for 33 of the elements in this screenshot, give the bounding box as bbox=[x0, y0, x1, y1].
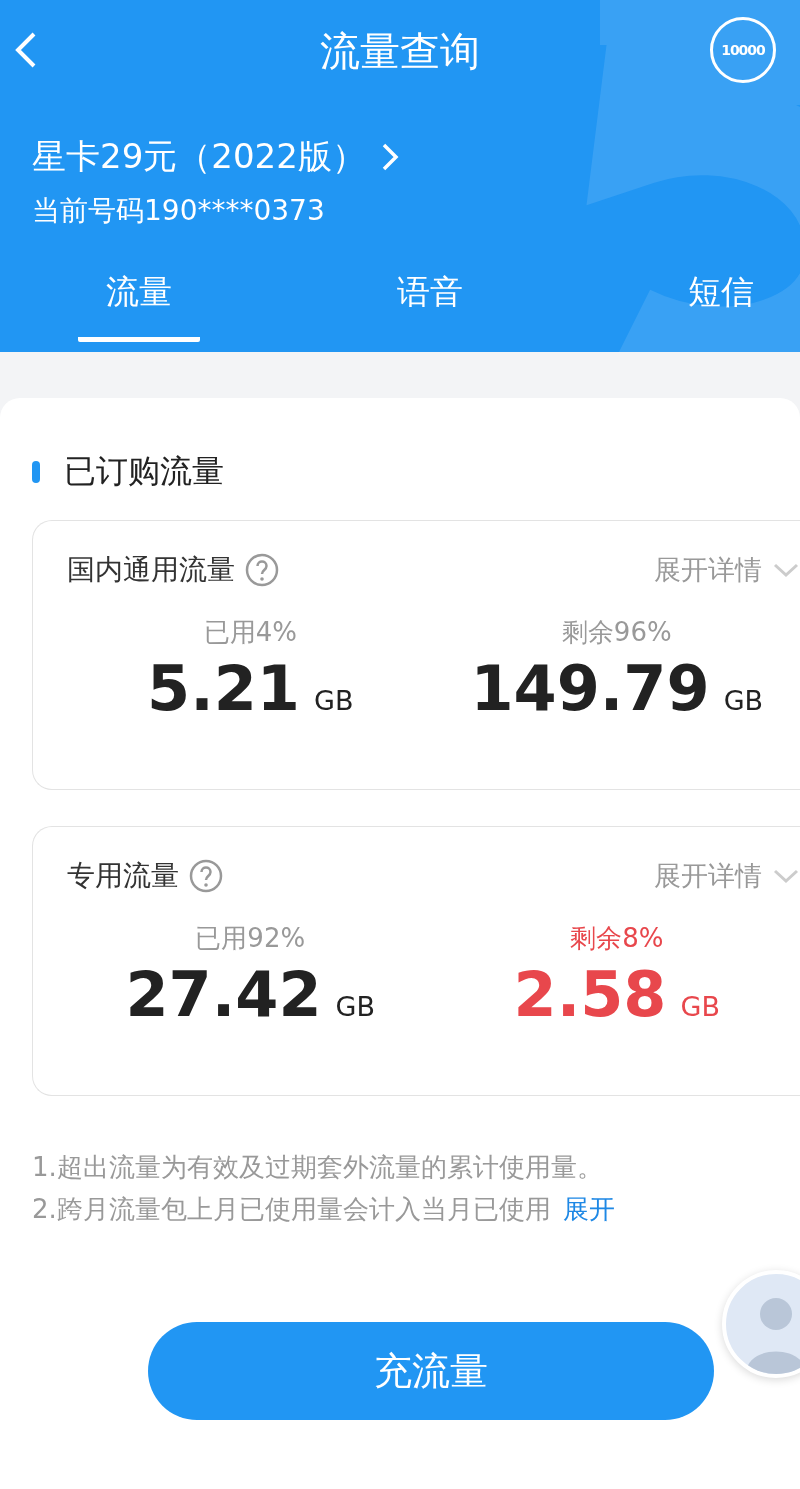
section-marker bbox=[32, 461, 40, 483]
used-value: 5.21 bbox=[147, 652, 300, 725]
section-title: 已订购流量 bbox=[64, 451, 224, 492]
remaining-label: 剩余96% bbox=[561, 616, 672, 649]
unit-label: GB bbox=[314, 685, 354, 716]
tab[interactable]: 流量 bbox=[78, 270, 200, 342]
phone-number: 当前号码190****0373 bbox=[31, 193, 326, 229]
help-icon[interactable] bbox=[189, 859, 223, 893]
remaining-value: 2.58 bbox=[513, 958, 667, 1031]
service-logo[interactable]: 10000 bbox=[710, 17, 776, 83]
chevron-down-icon bbox=[772, 562, 800, 578]
remaining-label: 剩余8% bbox=[570, 922, 664, 955]
recharge-button[interactable]: 充流量 bbox=[148, 1322, 714, 1420]
note-text: 2.跨月流量包上月已使用量会计入当月已使用 bbox=[32, 1193, 551, 1226]
unit-label: GB bbox=[335, 991, 376, 1022]
unit-label: GB bbox=[680, 991, 720, 1022]
help-icon[interactable] bbox=[245, 553, 279, 587]
expand-link[interactable]: 展开 bbox=[562, 1188, 615, 1230]
used-label: 已用4% bbox=[203, 616, 297, 649]
expand-details-link[interactable]: 展开详情 bbox=[654, 858, 800, 894]
tab[interactable]: 短信 bbox=[660, 270, 754, 342]
remaining-value: 149.79 bbox=[470, 652, 710, 725]
unit-label: GB bbox=[723, 685, 764, 716]
note-text: 1.超出流量为有效及过期套外流量的累计使用量。 bbox=[32, 1151, 603, 1184]
expand-details-link[interactable]: 展开详情 bbox=[654, 552, 800, 588]
card-title: 专用流量 bbox=[67, 858, 179, 894]
chevron-down-icon bbox=[772, 868, 800, 884]
used-label: 已用92% bbox=[195, 922, 306, 955]
used-value: 27.42 bbox=[125, 958, 322, 1031]
tab[interactable]: 语音 bbox=[369, 270, 491, 342]
card-title: 国内通用流量 bbox=[67, 552, 235, 588]
page-title: 流量查询 bbox=[319, 27, 481, 76]
plan-name[interactable]: 星卡29元（2022版） bbox=[32, 134, 366, 180]
